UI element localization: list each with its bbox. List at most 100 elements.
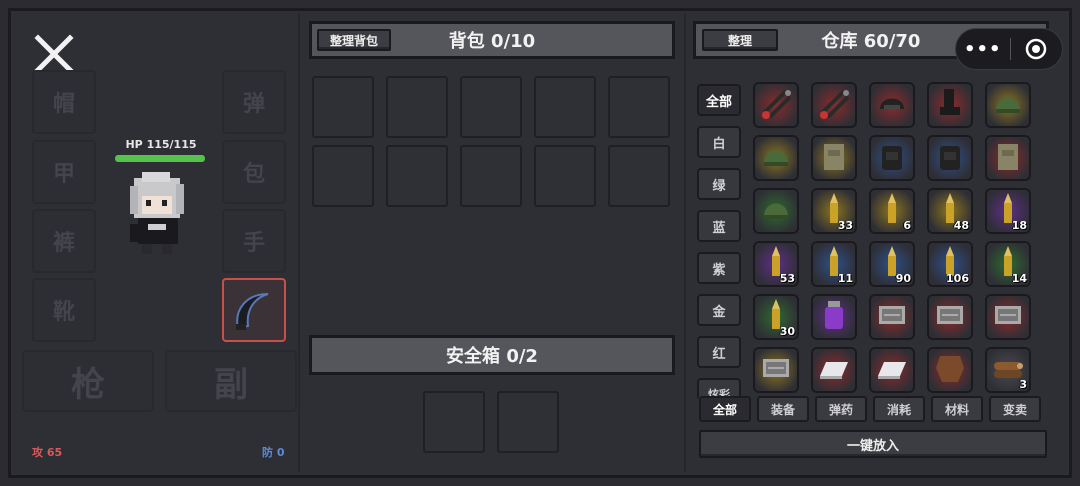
filter-colorful[interactable]: 炫彩	[697, 378, 741, 398]
warehouse-item[interactable]	[869, 82, 915, 128]
equip-slot-ammo[interactable]: 弹	[222, 70, 286, 134]
item-count: 48	[953, 219, 969, 232]
warehouse-item[interactable]: 90	[869, 241, 915, 287]
equip-slot-pants[interactable]: 裤	[32, 209, 96, 273]
leather-icon	[930, 349, 970, 391]
warehouse-item[interactable]	[927, 135, 973, 181]
warehouse-item[interactable]	[811, 82, 857, 128]
warehouse-item[interactable]: 18	[985, 188, 1031, 234]
tactical-helmet-icon	[872, 84, 912, 126]
tab-sell[interactable]: 变卖	[989, 396, 1041, 422]
warehouse-item[interactable]	[811, 294, 857, 340]
warehouse-item[interactable]	[927, 347, 973, 393]
warehouse-item[interactable]	[811, 135, 857, 181]
weapon-slot-primary[interactable]: 枪	[22, 350, 154, 412]
backpack-icon	[872, 137, 912, 179]
item-count: 14	[1011, 272, 1027, 285]
filter-all[interactable]: 全部	[697, 84, 741, 116]
warehouse-title: 仓库 60/70	[821, 31, 921, 52]
warehouse-item[interactable]: 14	[985, 241, 1031, 287]
item-count: 3	[1019, 378, 1027, 391]
sort-backpack-button[interactable]: 整理背包	[317, 29, 391, 51]
warehouse-item[interactable]	[927, 82, 973, 128]
warehouse-item[interactable]	[985, 82, 1031, 128]
backpack-slot[interactable]	[386, 76, 448, 138]
equip-slot-hat[interactable]: 帽	[32, 70, 96, 134]
warehouse-item[interactable]	[927, 294, 973, 340]
circuit-board-icon	[988, 296, 1028, 338]
warehouse-item[interactable]: 48	[927, 188, 973, 234]
circuit-board-icon	[872, 296, 912, 338]
backpack-slot[interactable]	[608, 76, 670, 138]
backpack-icon	[930, 137, 970, 179]
safebox-title: 安全箱 0/2	[446, 346, 538, 367]
warehouse-item[interactable]: 3	[985, 347, 1031, 393]
defense-stat: 防 0	[262, 446, 285, 459]
tab-ammo[interactable]: 弹药	[815, 396, 867, 422]
equip-slot-bag[interactable]: 包	[222, 140, 286, 204]
warehouse-item[interactable]	[753, 82, 799, 128]
backpack-slot[interactable]	[312, 76, 374, 138]
backpack-slot[interactable]	[534, 145, 596, 207]
warehouse-item[interactable]	[869, 347, 915, 393]
safebox-slot[interactable]	[497, 391, 559, 453]
circuit-board-icon	[930, 296, 970, 338]
player-character	[124, 170, 194, 260]
more-icon[interactable]: •••	[956, 39, 1010, 60]
warehouse-item[interactable]	[985, 294, 1031, 340]
put-all-button[interactable]: 一键放入	[699, 430, 1047, 458]
vest-icon	[814, 137, 854, 179]
tab-equipment[interactable]: 装备	[757, 396, 809, 422]
sort-warehouse-button[interactable]: 整理	[702, 29, 778, 51]
warehouse-item[interactable]: 33	[811, 188, 857, 234]
warehouse-item[interactable]: 53	[753, 241, 799, 287]
filter-green[interactable]: 绿	[697, 168, 741, 200]
warehouse-item[interactable]	[811, 347, 857, 393]
panel-divider-left	[298, 14, 300, 472]
warehouse-item[interactable]: 11	[811, 241, 857, 287]
backpack-slot[interactable]	[460, 76, 522, 138]
tab-material[interactable]: 材料	[931, 396, 983, 422]
equip-slot-boots[interactable]: 靴	[32, 278, 96, 342]
sickle-icon	[236, 293, 269, 330]
vest-icon	[988, 137, 1028, 179]
warehouse-item[interactable]	[753, 347, 799, 393]
backpack-slot[interactable]	[460, 145, 522, 207]
warehouse-item[interactable]	[753, 135, 799, 181]
equip-slot-hand[interactable]: 手	[222, 209, 286, 273]
potion-jar-icon	[814, 296, 854, 338]
warehouse-item[interactable]: 30	[753, 294, 799, 340]
backpack-slot[interactable]	[534, 76, 596, 138]
filter-red[interactable]: 红	[697, 336, 741, 368]
silver-bar-icon	[872, 349, 912, 391]
warehouse-item[interactable]	[753, 188, 799, 234]
backpack-slot[interactable]	[312, 145, 374, 207]
wire-cutter-icon	[814, 84, 854, 126]
warehouse-item[interactable]	[869, 135, 915, 181]
filter-white[interactable]: 白	[697, 126, 741, 158]
tab-consumable[interactable]: 消耗	[873, 396, 925, 422]
warehouse-item[interactable]: 106	[927, 241, 973, 287]
tab-all[interactable]: 全部	[699, 396, 751, 422]
warehouse-item-grid: 33 6 48 18 53 11 90 106 14 30 3	[753, 82, 1045, 394]
weapon-slot-secondary[interactable]: 副	[165, 350, 297, 412]
warehouse-item[interactable]	[985, 135, 1031, 181]
item-count: 53	[779, 272, 795, 285]
warehouse-item[interactable]: 6	[869, 188, 915, 234]
filter-purple[interactable]: 紫	[697, 252, 741, 284]
equip-slot-armor[interactable]: 甲	[32, 140, 96, 204]
backpack-slot[interactable]	[608, 145, 670, 207]
rarity-filter-column: 全部 白 绿 蓝 紫 金 红 炫彩	[697, 84, 745, 398]
circuit-board-icon	[756, 349, 796, 391]
backpack-slot[interactable]	[386, 145, 448, 207]
warehouse-item[interactable]	[869, 294, 915, 340]
item-count: 33	[837, 219, 853, 232]
close-miniprogram-icon[interactable]	[1010, 38, 1062, 60]
filter-blue[interactable]: 蓝	[697, 210, 741, 242]
hp-bar	[115, 155, 205, 162]
equip-slot-melee[interactable]	[222, 278, 286, 342]
filter-gold[interactable]: 金	[697, 294, 741, 326]
helmet-icon	[756, 137, 796, 179]
safebox-slot[interactable]	[423, 391, 485, 453]
helmet-icon	[756, 190, 796, 232]
